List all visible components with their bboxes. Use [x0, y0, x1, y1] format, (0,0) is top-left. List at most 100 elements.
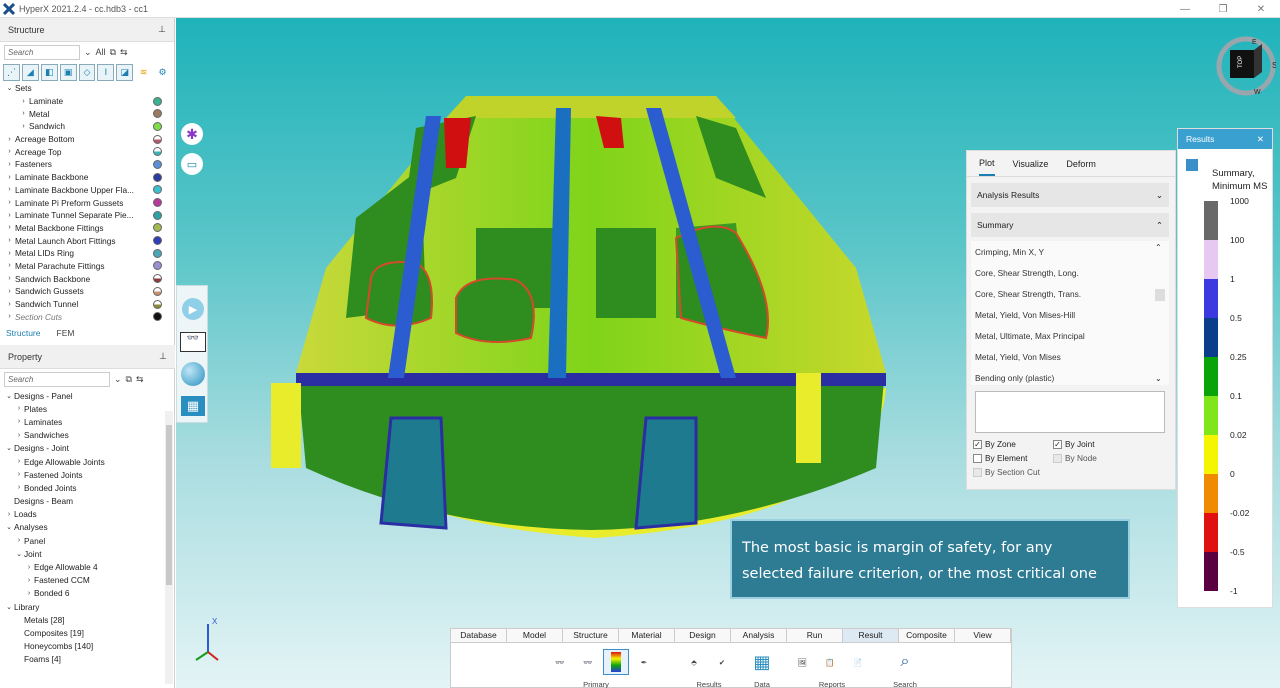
chevron-right-icon[interactable]: › [4, 250, 15, 257]
list-item[interactable]: Core, Shear Strength, Trans. [971, 283, 1169, 304]
results-check-button[interactable]: ✔ [709, 649, 735, 675]
tree-item[interactable]: ⌄ Joint [4, 547, 171, 560]
tree-item[interactable]: › Sandwich Gussets [4, 285, 170, 298]
tree-item[interactable]: › Loads [4, 508, 171, 521]
chevron-down-icon[interactable]: ⌄ [4, 392, 14, 400]
layers-icon[interactable]: ≋ [135, 64, 152, 81]
chevron-right-icon[interactable]: › [14, 432, 24, 439]
property-search-input[interactable]: Search [4, 371, 110, 387]
chevron-right-icon[interactable]: › [4, 174, 15, 181]
cube-icon[interactable]: ◧ [40, 63, 58, 81]
chevron-right-icon[interactable]: › [24, 564, 34, 571]
color-swatch[interactable] [153, 286, 162, 296]
option-checkbox[interactable]: ✓ By Joint [1053, 439, 1133, 449]
results-plate-button[interactable]: ⬘ [681, 649, 707, 675]
tab-visualize[interactable]: Visualize [1013, 153, 1049, 175]
chevron-right-icon[interactable]: › [14, 471, 24, 478]
chevron-right-icon[interactable]: › [18, 98, 29, 105]
tree-item[interactable]: ⌄ Sets [4, 82, 170, 95]
window-tool-button[interactable]: ▭ [181, 153, 203, 175]
tree-item[interactable]: Designs - Beam [4, 495, 171, 508]
color-swatch[interactable] [153, 248, 162, 258]
ribbon-tab[interactable]: Model [507, 629, 563, 643]
chevron-right-icon[interactable]: › [14, 405, 24, 412]
color-swatch[interactable] [153, 134, 162, 144]
checkmark-icon[interactable]: ✓ [1053, 439, 1062, 449]
tree-item[interactable]: › Sandwiches [4, 429, 171, 442]
tree-item[interactable]: › Laminate Backbone Upper Fla... [4, 184, 170, 197]
list-item[interactable]: Crimping, Min X, Y [971, 241, 1169, 262]
tree-item[interactable]: › Metal LIDs Ring [4, 247, 170, 260]
tree-item[interactable]: ⌄ Library [4, 600, 171, 613]
ribbon-tab[interactable]: Material [619, 629, 675, 643]
ribbon-tab[interactable]: Analysis [731, 629, 787, 643]
copy-icon[interactable]: ⧉ [110, 47, 116, 58]
play-icon[interactable]: ▶ [182, 298, 204, 320]
glasses-button[interactable]: 👓 [547, 649, 573, 675]
settings-icon[interactable]: ⚙ [154, 64, 171, 81]
tab-deform[interactable]: Deform [1066, 153, 1096, 175]
chevron-right-icon[interactable]: › [4, 511, 14, 518]
chevron-down-icon[interactable]: ⌄ [4, 444, 14, 452]
tree-item[interactable]: › Section Cuts [4, 310, 170, 323]
chevron-right-icon[interactable]: › [4, 262, 15, 269]
view-cube[interactable]: TOP S E W [1216, 28, 1277, 98]
tree-item[interactable]: › Laminate Backbone [4, 171, 170, 184]
color-swatch[interactable] [153, 198, 162, 208]
tree-item[interactable]: Metals [28] [4, 613, 171, 626]
chevron-right-icon[interactable]: › [4, 224, 15, 231]
glasses-icon[interactable]: 👓 [180, 332, 206, 352]
ribbon-tab[interactable]: Composite [899, 629, 955, 643]
chevron-right-icon[interactable]: › [14, 458, 24, 465]
tab-structure[interactable]: Structure [6, 328, 41, 338]
pen-button[interactable]: ✒ [631, 649, 657, 675]
swap-icon[interactable]: ⇆ [120, 47, 128, 58]
tree-item[interactable]: › Metal [4, 107, 170, 120]
description-textarea[interactable] [975, 391, 1165, 433]
report-clipboard-button[interactable]: 📋 [817, 649, 843, 675]
swap-icon[interactable]: ⇆ [136, 374, 144, 385]
color-swatch[interactable] [153, 223, 162, 233]
ribbon-tab[interactable]: Structure [563, 629, 619, 643]
chevron-right-icon[interactable]: › [24, 590, 34, 597]
tree-item[interactable]: › Acreage Top [4, 145, 170, 158]
list-item[interactable]: Metal, Ultimate, Max Principal [971, 325, 1169, 346]
tree-item[interactable]: Honeycombs [140] [4, 640, 171, 653]
pin-icon[interactable]: ⊥ [159, 351, 167, 362]
color-swatch[interactable] [153, 299, 162, 309]
plate-icon[interactable]: ◇ [78, 63, 96, 81]
panel-icon[interactable]: ◢ [21, 63, 39, 81]
chevron-right-icon[interactable]: › [18, 110, 29, 117]
tree-item[interactable]: › Edge Allowable 4 [4, 560, 171, 573]
option-checkbox[interactable]: ✓ By Zone [973, 439, 1053, 449]
filter-dropdown-icon[interactable]: ⌄ [114, 374, 122, 385]
color-swatch[interactable] [153, 210, 162, 220]
tree-item[interactable]: ⌄ Designs - Panel [4, 389, 171, 402]
analysis-results-dropdown[interactable]: Analysis Results ⌄ [971, 183, 1169, 207]
color-swatch[interactable] [153, 147, 162, 157]
tree-item[interactable]: › Laminates [4, 415, 171, 428]
list-item[interactable]: Metal, Yield, Von Mises [971, 346, 1169, 367]
tree-item[interactable]: › Fasteners [4, 158, 170, 171]
color-swatch[interactable] [153, 312, 162, 322]
solid-icon[interactable]: ◪ [116, 63, 134, 81]
copy-icon[interactable]: ⧉ [126, 374, 132, 385]
chevron-right-icon[interactable]: › [4, 288, 15, 295]
summary-dropdown[interactable]: Summary ⌃ [971, 213, 1169, 237]
tree-item[interactable]: › Laminate Pi Preform Gussets [4, 196, 170, 209]
asterisk-tool-button[interactable]: ✱ [181, 123, 203, 145]
chevron-right-icon[interactable]: › [4, 212, 15, 219]
report-doc-button[interactable]: 📄 [845, 649, 871, 675]
chevron-up-icon[interactable]: ⌃ [1155, 243, 1165, 252]
color-swatch[interactable] [153, 185, 162, 195]
tree-item[interactable]: › Metal Parachute Fittings [4, 260, 170, 273]
tree-item[interactable]: › Metal Launch Abort Fittings [4, 234, 170, 247]
tree-item[interactable]: ⌄ Designs - Joint [4, 442, 171, 455]
tree-item[interactable]: ⌄ Analyses [4, 521, 171, 534]
chevron-right-icon[interactable]: › [4, 199, 15, 206]
chevron-down-icon[interactable]: ⌄ [4, 603, 14, 611]
chevron-right-icon[interactable]: › [4, 275, 15, 282]
chevron-right-icon[interactable]: › [24, 577, 34, 584]
chevron-right-icon[interactable]: › [4, 301, 15, 308]
joint-icon[interactable]: ▣ [59, 63, 77, 81]
